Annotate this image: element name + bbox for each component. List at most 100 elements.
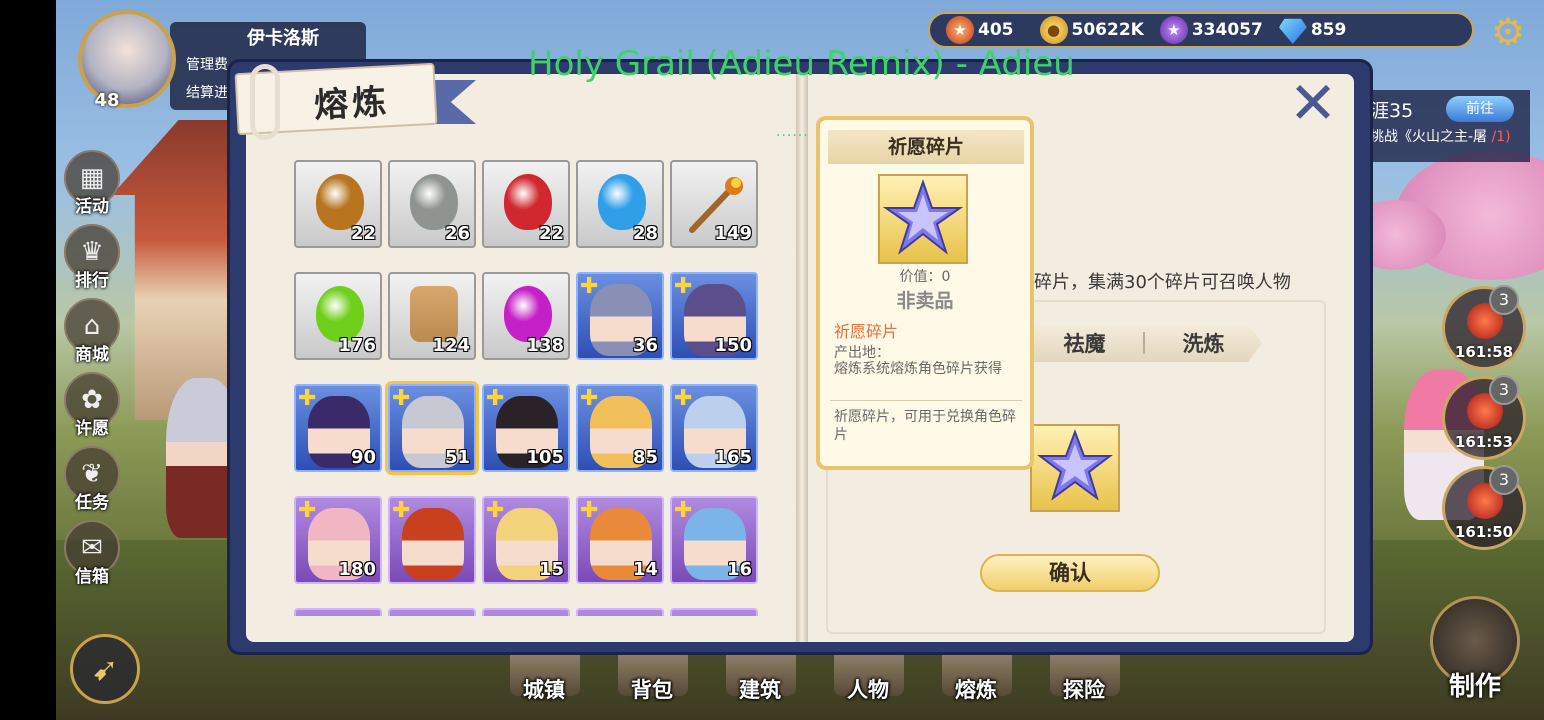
confirm-button[interactable]: 确认 <box>980 554 1160 592</box>
tooltip-item-name: 祈愿碎片 <box>834 322 899 341</box>
inventory-item[interactable]: ✚ 150 <box>670 272 758 360</box>
item-count: 180 <box>338 559 376 580</box>
potion-icon <box>504 286 552 342</box>
inventory-item[interactable]: 176 <box>294 272 382 360</box>
nav-building[interactable]: 建筑 <box>706 648 814 720</box>
tab-dispel[interactable]: 祛魔 <box>1026 328 1143 358</box>
inventory-item[interactable] <box>576 608 664 616</box>
inventory-item[interactable]: ✚ 51 <box>388 384 476 472</box>
side-button-ranking[interactable]: ♛ 排行 <box>62 224 122 294</box>
timer-slot[interactable]: 3 161:50 <box>1442 465 1526 550</box>
nav-label: 熔炼 <box>955 678 997 702</box>
inventory-item[interactable]: ✚ 16 <box>670 496 758 584</box>
settlement-label: 结算进 <box>186 85 228 101</box>
inventory-item[interactable]: 149 <box>670 160 758 248</box>
timer-slot[interactable]: 3 161:53 <box>1442 375 1526 460</box>
inventory-item[interactable]: 28 <box>576 160 664 248</box>
diamond-icon <box>1278 18 1307 44</box>
item-count: 105 <box>526 447 564 468</box>
player-level: 48 <box>94 90 120 111</box>
side-label: 活动 <box>75 197 109 217</box>
quest-tracker[interactable]: 涯35 前往 挑战《火山之主-屠 /1) <box>1360 90 1530 162</box>
nav-label: 背包 <box>631 678 673 702</box>
close-icon[interactable]: ✕ <box>1284 74 1342 134</box>
purple-resource: ★ 334057 <box>1159 16 1263 44</box>
quest-go-button[interactable]: 前往 <box>1446 96 1514 122</box>
map-character-left[interactable] <box>166 378 240 538</box>
tab-refine[interactable]: 洗炼 <box>1145 328 1262 358</box>
inventory-item[interactable]: ✚ 15 <box>482 496 570 584</box>
nav-bag[interactable]: 背包 <box>598 648 706 720</box>
item-count: 124 <box>432 335 470 356</box>
nav-explore[interactable]: 探险 <box>1030 648 1138 720</box>
fragment-puzzle-icon: ✚ <box>392 498 411 523</box>
leather-bag-icon <box>410 286 458 342</box>
item-count: 16 <box>726 559 752 580</box>
inventory-item[interactable]: 124 <box>388 272 476 360</box>
fragment-puzzle-icon: ✚ <box>674 386 693 411</box>
panel-title-banner: 熔炼 <box>234 62 476 140</box>
timer-countdown: 161:58 <box>1454 343 1514 361</box>
item-count: 90 <box>350 447 376 468</box>
settings-gear-icon[interactable]: ⚙ <box>1488 12 1528 52</box>
nav-label: 建筑 <box>739 678 781 702</box>
medal-count: 405 <box>978 20 1014 40</box>
medal-icon: ★ <box>946 16 974 44</box>
compass-icon[interactable]: ➹ <box>70 634 140 704</box>
wish-fragment-star-icon <box>1037 429 1113 501</box>
nav-characters[interactable]: 人物 <box>814 648 922 720</box>
nav-town[interactable]: 城镇 <box>490 648 598 720</box>
nav-label: 人物 <box>847 678 889 702</box>
nav-label: 探险 <box>1063 678 1105 702</box>
timer-slot[interactable]: 3 161:58 <box>1442 285 1526 370</box>
side-label: 信箱 <box>75 567 109 587</box>
side-button-event[interactable]: ▦ 活动 <box>62 150 122 220</box>
inventory-item[interactable]: ✚ 14 <box>576 496 664 584</box>
make-button[interactable]: 制作 <box>1420 596 1530 706</box>
inventory-item[interactable]: ✚ 180 <box>294 496 382 584</box>
fragment-puzzle-icon: ✚ <box>580 386 599 411</box>
management-fee-label: 管理费 <box>186 57 228 73</box>
tooltip-item-icon <box>878 174 968 264</box>
side-button-shop[interactable]: ⌂ 商城 <box>62 298 122 368</box>
quest-description: 挑战《火山之主-屠 /1) <box>1370 126 1511 146</box>
side-label: 商城 <box>75 345 109 365</box>
timer-badge: 3 <box>1489 285 1519 315</box>
resource-bar: ★ 405 ● 50622K ★ 334057 859 <box>928 12 1474 48</box>
purple-token-icon: ★ <box>1159 16 1188 44</box>
inventory-item[interactable]: 22 <box>294 160 382 248</box>
purple-count: 334057 <box>1191 20 1263 40</box>
side-button-task[interactable]: ❦ 任务 <box>62 446 122 516</box>
inventory-item[interactable]: 26 <box>388 160 476 248</box>
item-count: 165 <box>714 447 752 468</box>
inventory-item[interactable]: ✚ 36 <box>576 272 664 360</box>
fragment-puzzle-icon: ✚ <box>298 498 317 523</box>
side-button-wish[interactable]: ✿ 许愿 <box>62 372 122 442</box>
inventory-item[interactable] <box>670 608 758 616</box>
inventory-item[interactable] <box>388 608 476 616</box>
inventory-item[interactable]: 22 <box>482 160 570 248</box>
inventory-item[interactable]: ✚ 165 <box>670 384 758 472</box>
selected-item-slot[interactable] <box>1030 424 1120 512</box>
inventory-item[interactable]: ✚ 85 <box>576 384 664 472</box>
gold-count: 50622K <box>1071 20 1144 40</box>
inventory-item[interactable]: ✚ 105 <box>482 384 570 472</box>
inventory-item[interactable] <box>294 608 382 616</box>
operation-tabs: 祛魔 洗炼 <box>1026 324 1262 362</box>
inventory-item[interactable] <box>482 608 570 616</box>
tooltip-source: 熔炼系统熔炼角色碎片获得 <box>834 361 1002 377</box>
quest-desc-text: 挑战《火山之主-屠 <box>1370 129 1488 145</box>
side-button-mail[interactable]: ✉ 信箱 <box>62 520 122 590</box>
item-count: 22 <box>538 223 564 244</box>
item-count: 149 <box>714 223 752 244</box>
inventory-item[interactable]: ✚ 90 <box>294 384 382 472</box>
side-label: 许愿 <box>75 419 109 439</box>
tooltip-value: 价值：0 <box>899 269 951 285</box>
inventory-item[interactable]: 138 <box>482 272 570 360</box>
potion-icon <box>316 286 364 342</box>
tooltip-title: 祈愿碎片 <box>828 130 1024 164</box>
inventory-item[interactable]: ✚ <box>388 496 476 584</box>
side-label: 任务 <box>75 493 109 513</box>
nav-smelt[interactable]: 熔炼 <box>922 648 1030 720</box>
tooltip-not-for-sale: 非卖品 <box>896 290 954 312</box>
